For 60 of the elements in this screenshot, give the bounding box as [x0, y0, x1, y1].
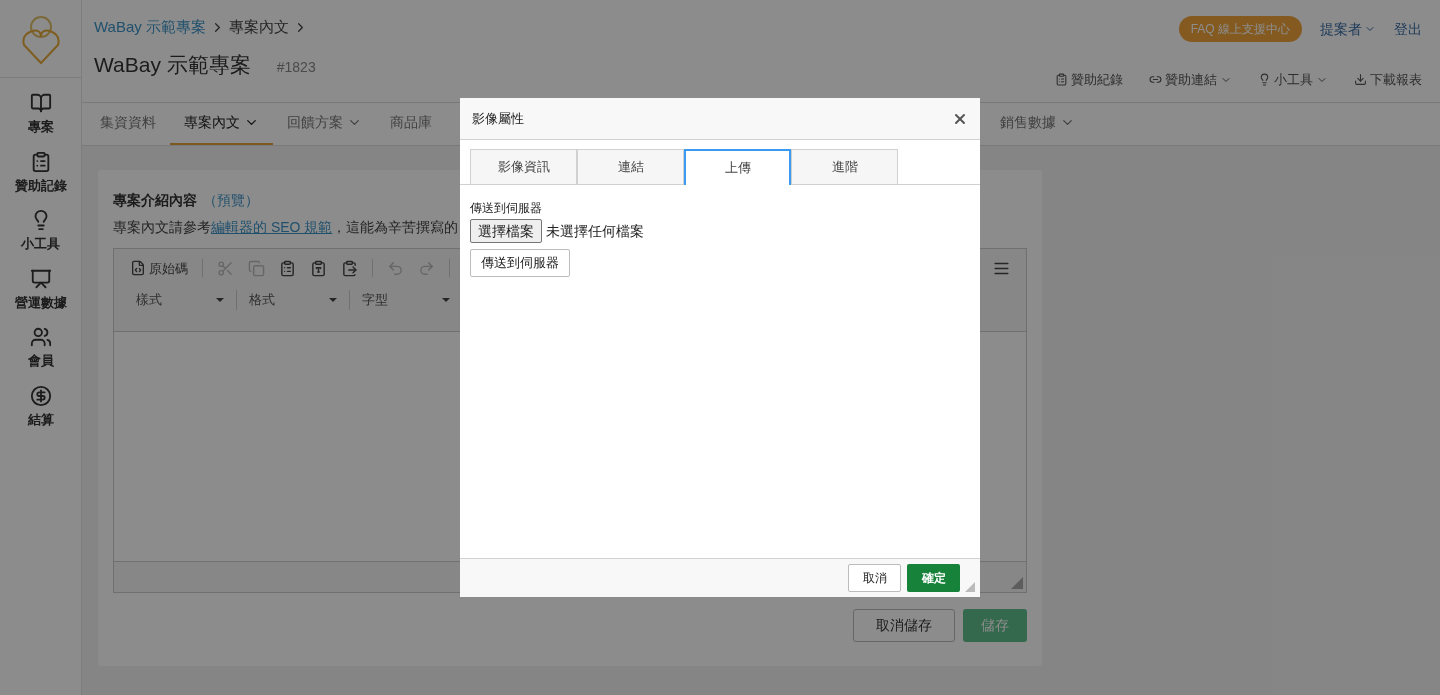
- choose-file-button[interactable]: 選擇檔案: [470, 219, 542, 243]
- redo-icon[interactable]: [418, 259, 435, 277]
- caret-icon: [216, 297, 224, 302]
- source-button[interactable]: 原始碼: [130, 258, 188, 278]
- caret-icon: [442, 297, 450, 302]
- dialog-cancel-button[interactable]: 取消: [848, 564, 901, 592]
- file-status-text: 未選擇任何檔案: [546, 221, 644, 241]
- resize-grip-icon[interactable]: [1011, 576, 1023, 589]
- nav-tab[interactable]: 專案內文: [170, 102, 273, 145]
- breadcrumb-link[interactable]: WaBay 示範專案: [94, 16, 206, 39]
- cut-icon[interactable]: [217, 259, 234, 277]
- cancel-save-button[interactable]: 取消儲存: [853, 608, 955, 642]
- clipboard-icon: [1055, 73, 1068, 87]
- code-file-icon: [130, 260, 146, 277]
- sidebar-item[interactable]: 會員: [27, 326, 54, 371]
- user-menu[interactable]: 提案者: [1320, 18, 1376, 40]
- dialog-tab[interactable]: 進階: [791, 149, 898, 184]
- breadcrumb-link[interactable]: 專案內文: [228, 16, 289, 39]
- download-icon: [1354, 73, 1367, 87]
- sidebar-item[interactable]: 專案: [27, 92, 54, 137]
- toolbar-action[interactable]: 贊助紀錄: [1055, 70, 1123, 90]
- logout-link[interactable]: 登出: [1394, 18, 1422, 40]
- toolbar-action[interactable]: 贊助連結: [1149, 70, 1232, 90]
- format-dropdown[interactable]: 格式: [243, 290, 343, 310]
- format-dropdown[interactable]: 樣式: [130, 290, 230, 310]
- undo-icon[interactable]: [387, 259, 404, 277]
- toolbar-action[interactable]: 小工具: [1258, 70, 1328, 90]
- sidebar-item[interactable]: 小工具: [21, 209, 60, 254]
- seo-guide-link[interactable]: 編輯器的 SEO 規範: [211, 218, 333, 235]
- section-title: 專案介紹內容: [113, 190, 197, 210]
- book-icon: [29, 92, 52, 114]
- project-title: WaBay 示範專案: [94, 51, 251, 78]
- paste-icon[interactable]: [279, 259, 296, 277]
- dialog-tab[interactable]: 連結: [577, 149, 684, 184]
- paste-word-icon[interactable]: [341, 259, 358, 277]
- dialog-title: 影像屬性: [472, 109, 524, 128]
- dialog-tab[interactable]: 影像資訊: [470, 149, 577, 184]
- format-dropdown[interactable]: 字型: [356, 290, 456, 310]
- sidebar-item[interactable]: 贊助記錄: [14, 150, 67, 195]
- chart-board-icon: [29, 267, 52, 290]
- toolbar-action[interactable]: 下載報表: [1354, 70, 1422, 90]
- nav-tab[interactable]: 銷售數據: [986, 102, 1089, 145]
- lightbulb-icon: [1258, 73, 1271, 87]
- dialog-ok-button[interactable]: 確定: [907, 564, 960, 592]
- project-id: #1823: [276, 57, 316, 77]
- nav-tab[interactable]: 回饋方案: [273, 102, 376, 145]
- sidebar-item[interactable]: 營運數據: [14, 267, 67, 312]
- dialog-tab[interactable]: 上傳: [684, 149, 791, 185]
- dollar-icon: [29, 384, 52, 407]
- sidebar-item[interactable]: 結算: [27, 384, 54, 429]
- copy-icon[interactable]: [248, 259, 265, 277]
- send-to-server-button[interactable]: 傳送到伺服器: [470, 249, 570, 277]
- upload-label: 傳送到伺服器: [470, 200, 542, 217]
- resize-grip-icon[interactable]: [965, 582, 975, 592]
- nav-tab[interactable]: 集資資料: [86, 102, 170, 145]
- paste-text-icon[interactable]: [310, 259, 327, 277]
- nav-tab[interactable]: 商品庫: [376, 102, 446, 145]
- users-icon: [29, 326, 52, 348]
- caret-icon: [329, 297, 337, 302]
- preview-link[interactable]: （預覽）: [203, 189, 259, 211]
